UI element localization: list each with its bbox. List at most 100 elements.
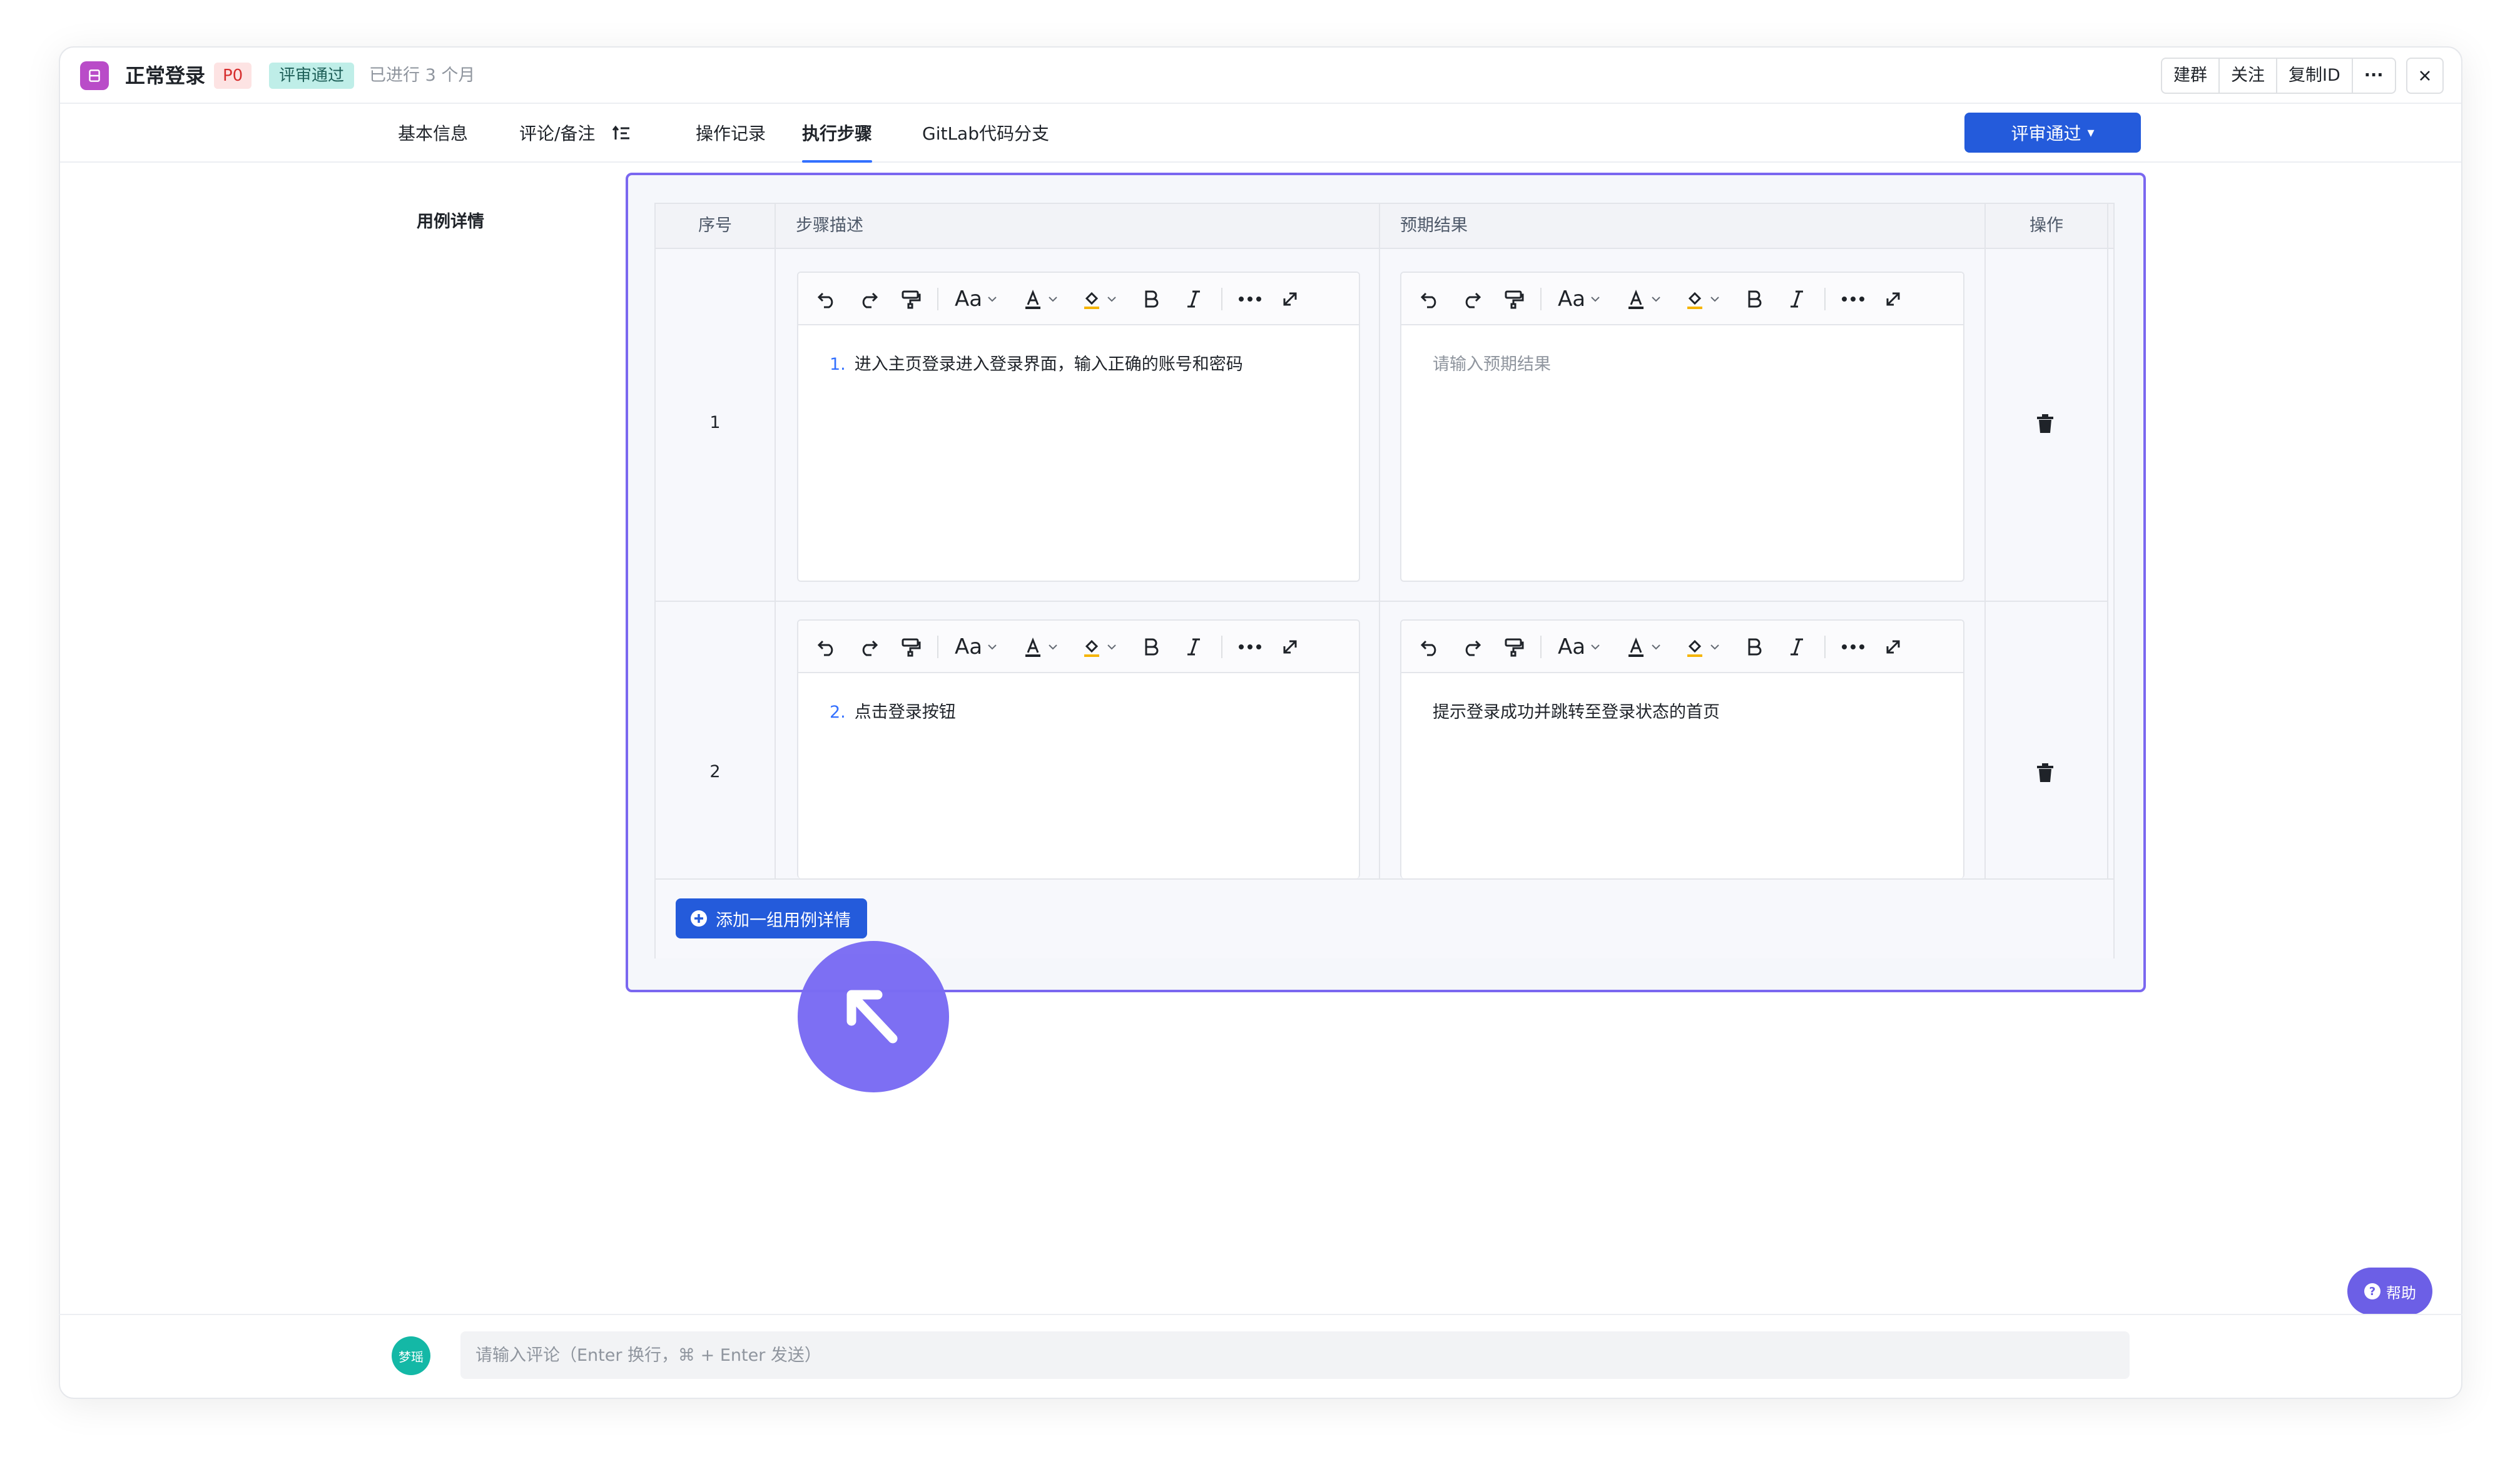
undo-icon[interactable] <box>812 273 842 325</box>
avatar[interactable]: 梦瑶 <box>392 1336 430 1375</box>
cursor-indicator <box>798 941 949 1092</box>
more-options-icon[interactable] <box>1231 273 1269 325</box>
review-pass-label: 评审通过 <box>2011 123 2081 144</box>
close-button[interactable] <box>2406 58 2444 94</box>
test-case-window: 正常登录 P0 评审通过 已进行 3 个月 建群 关注 复制ID ··· 基本信… <box>59 46 2462 1399</box>
trash-icon <box>2037 414 2053 433</box>
redo-icon[interactable] <box>1456 273 1486 325</box>
editor-toolbar: Aa <box>798 273 1359 325</box>
step-description: 进入主页登录进入登录界面，输入正确的账号和密码 <box>854 355 1243 374</box>
bold-icon[interactable] <box>1136 273 1166 325</box>
add-case-detail-label: 添加一组用例详情 <box>716 910 851 930</box>
delete-row-button[interactable] <box>2036 413 2055 437</box>
format-painter-icon[interactable] <box>896 621 926 673</box>
font-color-icon[interactable] <box>1622 273 1665 325</box>
undo-icon[interactable] <box>1415 621 1445 673</box>
italic-icon[interactable] <box>1179 273 1209 325</box>
copy-id-button[interactable]: 复制ID <box>2277 59 2353 93</box>
expand-icon[interactable] <box>1275 273 1305 325</box>
follow-button[interactable]: 关注 <box>2220 59 2277 93</box>
col-header-index: 序号 <box>698 216 732 235</box>
sort-icon <box>612 125 630 140</box>
tab-comments-label: 评论/备注 <box>519 123 596 144</box>
step-editor[interactable]: Aa 2. 点击登录按钮 <box>797 619 1360 878</box>
col-header-step: 步骤描述 <box>796 216 863 235</box>
font-size-label: Aa <box>954 634 983 659</box>
create-group-button[interactable]: 建群 <box>2162 59 2220 93</box>
tab-operation-log[interactable]: 操作记录 <box>696 105 766 163</box>
highlight-icon[interactable] <box>1680 621 1724 673</box>
delete-row-button[interactable] <box>2036 762 2055 786</box>
highlight-icon[interactable] <box>1680 273 1724 325</box>
format-painter-icon[interactable] <box>896 273 926 325</box>
italic-icon[interactable] <box>1782 273 1812 325</box>
highlight-icon[interactable] <box>1077 273 1121 325</box>
header-actions: 建群 关注 复制ID ··· <box>2161 58 2396 94</box>
plus-circle-icon <box>691 910 707 927</box>
undo-icon[interactable] <box>1415 273 1445 325</box>
format-painter-icon[interactable] <box>1499 273 1529 325</box>
arrow-up-left-icon <box>846 990 898 1044</box>
expand-icon[interactable] <box>1878 621 1908 673</box>
redo-icon[interactable] <box>853 621 883 673</box>
font-size-dropdown[interactable]: Aa <box>1550 621 1608 673</box>
bold-icon[interactable] <box>1136 621 1166 673</box>
font-color-icon[interactable] <box>1622 621 1665 673</box>
bold-icon[interactable] <box>1739 621 1769 673</box>
step-number: 2. <box>830 703 846 722</box>
more-options-icon[interactable] <box>1834 621 1872 673</box>
comment-input[interactable] <box>460 1331 2130 1379</box>
italic-icon[interactable] <box>1782 621 1812 673</box>
tab-comments[interactable]: 评论/备注 <box>519 105 631 163</box>
priority-badge: P0 <box>214 63 252 89</box>
redo-icon[interactable] <box>1456 621 1486 673</box>
expected-text: 提示登录成功并跳转至登录状态的首页 <box>1433 703 1720 722</box>
col-header-actions: 操作 <box>2030 216 2063 235</box>
step-editor[interactable]: Aa 1. 进入主页登录进入登录界面，输入正确的账号和密码 <box>797 272 1360 582</box>
section-label: 用例详情 <box>417 212 484 231</box>
font-size-dropdown[interactable]: Aa <box>947 621 1005 673</box>
more-options-icon[interactable] <box>1231 621 1269 673</box>
expected-editor[interactable]: Aa 提示登录成功并跳转至登录状态的首页 <box>1400 619 1964 878</box>
step-description: 点击登录按钮 <box>854 703 956 722</box>
font-color-icon[interactable] <box>1019 273 1062 325</box>
expected-placeholder: 请输入预期结果 <box>1433 355 1551 374</box>
highlight-icon[interactable] <box>1077 621 1121 673</box>
case-title: 正常登录 <box>125 64 206 88</box>
font-size-label: Aa <box>1557 634 1586 659</box>
italic-icon[interactable] <box>1179 621 1209 673</box>
more-options-icon[interactable] <box>1834 273 1872 325</box>
redo-icon[interactable] <box>853 273 883 325</box>
font-size-label: Aa <box>954 287 983 312</box>
tab-gitlab-branch[interactable]: GitLab代码分支 <box>922 105 1049 163</box>
help-button[interactable]: ? 帮助 <box>2347 1268 2432 1315</box>
font-color-icon[interactable] <box>1019 621 1062 673</box>
col-header-expected: 预期结果 <box>1400 216 1468 235</box>
expand-icon[interactable] <box>1878 273 1908 325</box>
tab-execution-steps[interactable]: 执行步骤 <box>802 105 873 163</box>
tab-basic-info[interactable]: 基本信息 <box>398 105 468 163</box>
step-text: 2. 点击登录按钮 <box>830 698 956 723</box>
status-badge[interactable]: 评审通过 <box>269 63 355 89</box>
row-index: 2 <box>709 762 721 781</box>
editor-toolbar: Aa <box>1401 621 1963 673</box>
table-header: 序号 步骤描述 预期结果 操作 <box>656 204 2113 249</box>
expected-editor[interactable]: Aa 请输入预期结果 <box>1400 272 1964 582</box>
close-icon <box>2420 71 2430 81</box>
editor-toolbar: Aa <box>1401 273 1963 325</box>
more-button[interactable]: ··· <box>2353 59 2395 93</box>
review-pass-button[interactable]: 评审通过 ▾ <box>1964 113 2141 153</box>
question-icon: ? <box>2364 1283 2380 1299</box>
undo-icon[interactable] <box>812 621 842 673</box>
caret-down-icon: ▾ <box>2087 125 2095 141</box>
font-size-dropdown[interactable]: Aa <box>947 273 1005 325</box>
font-size-dropdown[interactable]: Aa <box>1550 273 1608 325</box>
format-painter-icon[interactable] <box>1499 621 1529 673</box>
expand-icon[interactable] <box>1275 621 1305 673</box>
svg-text:?: ? <box>2369 1285 2375 1298</box>
editor-toolbar: Aa <box>798 621 1359 673</box>
add-case-detail-button[interactable]: 添加一组用例详情 <box>676 898 867 938</box>
bold-icon[interactable] <box>1739 273 1769 325</box>
header: 正常登录 P0 评审通过 已进行 3 个月 建群 关注 复制ID ··· <box>60 48 2461 104</box>
row-index: 1 <box>709 413 721 432</box>
